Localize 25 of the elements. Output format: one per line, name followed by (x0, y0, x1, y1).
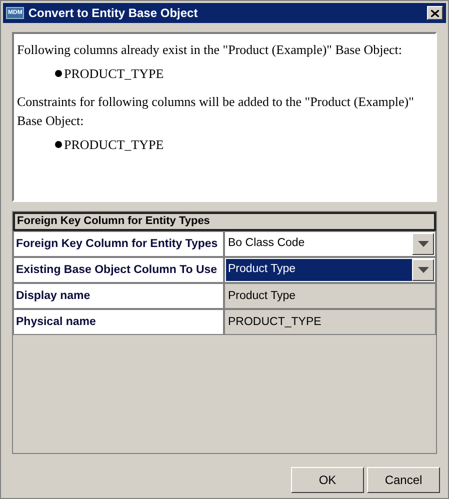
dropdown-field[interactable]: Product Type (224, 257, 436, 283)
dropdown-arrow-button[interactable] (412, 233, 434, 255)
close-button[interactable] (427, 6, 443, 20)
caret-icon (418, 267, 428, 273)
dialog-button[interactable]: Cancel (367, 467, 440, 493)
readonly-field: Product Type (224, 283, 436, 309)
bullet-icon (55, 70, 62, 78)
readonly-field: PRODUCT_TYPE (224, 309, 436, 335)
message-text: Constraints for following columns will be added to the "Product (Example)" Base Object: (17, 92, 415, 130)
property-label: Foreign Key Column for Entity Types (13, 231, 224, 257)
bullet-icon (55, 140, 62, 148)
bullet-text: PRODUCT_TYPE (64, 65, 164, 83)
bullet-text: PRODUCT_TYPE (64, 136, 164, 154)
caret-icon (418, 241, 428, 247)
table-header: Foreign Key Column for Entity Types (13, 212, 436, 231)
property-label: Display name (13, 283, 224, 309)
dropdown-field[interactable]: Bo Class Code (224, 231, 436, 257)
close-icon (431, 10, 439, 16)
property-label: Existing Base Object Column To Use (13, 257, 224, 283)
window-title: Convert to Entity Base Object (28, 5, 199, 22)
message-text: Following columns already exist in the "Product (Example)" Base Object: (17, 41, 404, 59)
dialog-button[interactable]: OK (291, 467, 364, 493)
dropdown-value: Product Type (226, 259, 412, 281)
dropdown-arrow-button[interactable] (412, 259, 434, 281)
property-label: Physical name (13, 309, 224, 335)
